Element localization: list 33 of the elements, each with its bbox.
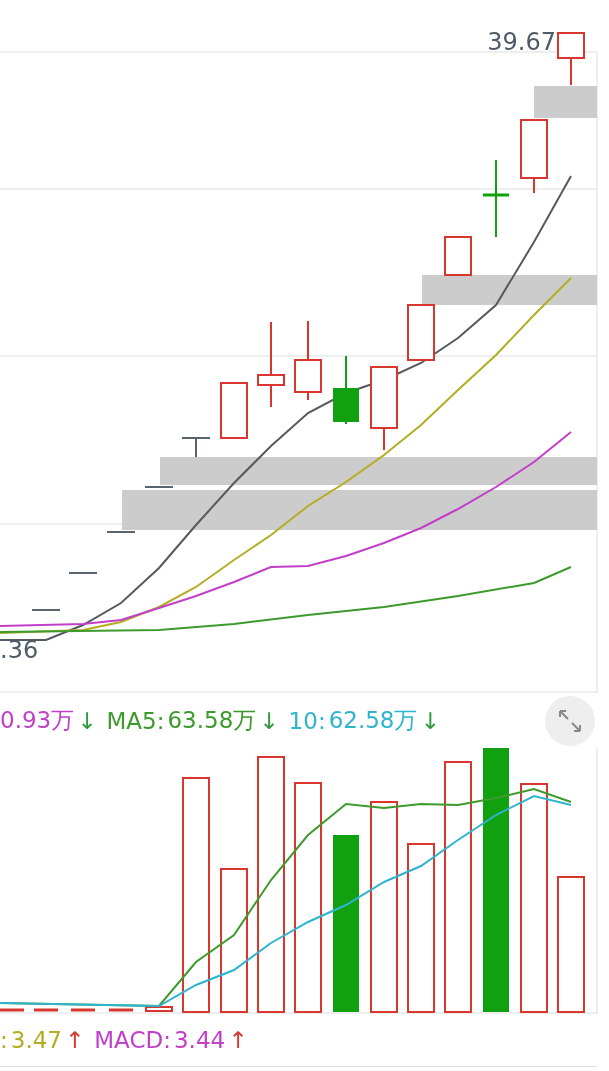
legend-value: 3.47: [10, 1027, 62, 1053]
volume-bar: [34, 1008, 58, 1012]
trend-arrow: ↓: [77, 707, 97, 734]
price-band: [534, 86, 597, 118]
legend-value: 0.93万: [0, 706, 75, 735]
low-price-label: .36: [0, 636, 39, 664]
legend-value: 63.58万: [167, 706, 257, 735]
trend-arrow: ↓: [259, 707, 279, 734]
legend-label: 10:: [288, 707, 326, 734]
candlestick: [181, 437, 211, 458]
legend-value: 62.58万: [328, 706, 418, 735]
trend-arrow: ↑: [228, 1027, 248, 1053]
candlestick: [106, 531, 136, 533]
candlestick: [144, 486, 174, 488]
volume-bar: [145, 1006, 173, 1012]
trend-arrow: ↓: [420, 707, 440, 734]
candlestick: [31, 609, 61, 611]
trend-arrow: ↑: [64, 1027, 85, 1053]
volume-bar: [0, 1008, 24, 1012]
expand-button[interactable]: [545, 695, 595, 746]
legend-value: 3.44: [173, 1027, 226, 1053]
legend-label: MACD:: [94, 1027, 171, 1053]
legend-label: :: [0, 1027, 8, 1053]
candlestick: [557, 32, 585, 86]
volume-bar: [109, 1008, 133, 1012]
volume-bar: [71, 1008, 95, 1012]
candlestick: [407, 304, 435, 361]
candlestick: [220, 382, 248, 439]
candlestick: [444, 236, 472, 276]
legend-label: MA5:: [106, 707, 165, 734]
candlestick: [333, 355, 359, 425]
candlestick: [68, 572, 98, 574]
high-price-label: 39.67: [487, 28, 556, 56]
